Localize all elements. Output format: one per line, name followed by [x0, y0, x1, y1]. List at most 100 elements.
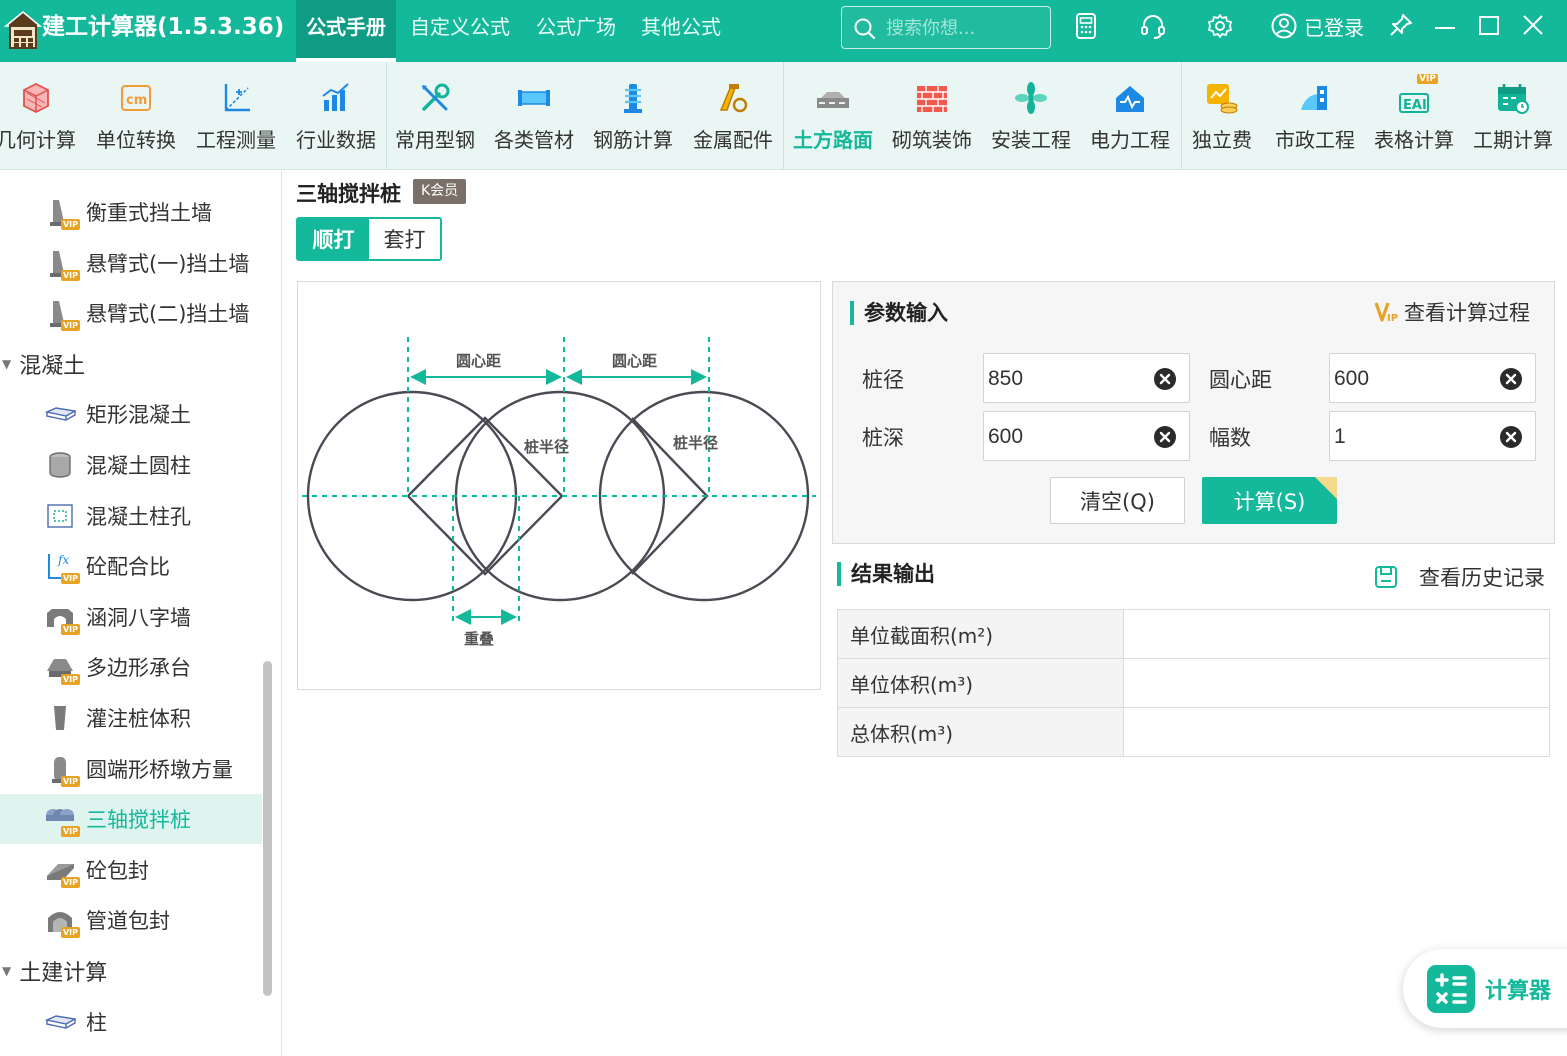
tree-item[interactable]: VIP 三轴搅拌桩	[0, 794, 262, 845]
vip-mark: VIP	[60, 826, 80, 838]
tree-item[interactable]: 混凝土圆柱	[0, 440, 262, 490]
vip-mark: VIP	[60, 674, 80, 686]
pile-diameter-label: 桩径	[862, 368, 904, 392]
toolbar-item-label: 行业数据	[296, 128, 376, 152]
search-box[interactable]	[841, 6, 1051, 49]
tree-item[interactable]: VIP 衡重式挡土墙	[0, 187, 262, 237]
formula-title: 三轴搅拌桩	[296, 182, 401, 206]
search-input[interactable]	[886, 13, 1044, 43]
tree-item-label: 混凝土圆柱	[86, 454, 191, 478]
table-ai-icon: EAI VIP	[1396, 74, 1438, 116]
toolbar-item[interactable]: 常用型钢	[387, 62, 483, 170]
close-icon[interactable]	[1520, 12, 1548, 40]
toolbar-item[interactable]: 工期计算	[1465, 62, 1561, 170]
toolbar-item[interactable]: 砌筑装饰	[884, 62, 980, 170]
tab-other-formulas[interactable]: 其他公式	[641, 0, 721, 62]
triple-pile-icon: VIP	[44, 803, 80, 838]
toolbar-divider	[1181, 62, 1182, 170]
settings-gear-icon[interactable]	[1206, 12, 1234, 40]
vip-mark: VIP	[60, 927, 80, 939]
result-label-total-volume: 总体积(m³)	[837, 707, 1124, 757]
tree-item[interactable]: 柱	[0, 997, 262, 1047]
toolbar-item[interactable]: 几何计算	[0, 62, 84, 170]
toolbar-item[interactable]: 金属配件	[685, 62, 781, 170]
fan-icon	[1013, 80, 1049, 116]
calculator-icon[interactable]	[1073, 12, 1101, 40]
tree-item[interactable]: VIP 悬臂式(一)挡土墙	[0, 238, 262, 288]
formula-tree: VIP 衡重式挡土墙 VIP 悬臂式(一)挡土墙 VIP 悬臂式(二)挡土墙 ▼ 混凝土 矩形混…	[0, 171, 282, 1056]
tree-item[interactable]: fx VIP 砼配合比	[0, 541, 262, 591]
survey-icon	[218, 80, 254, 116]
toolbar-item[interactable]: 独立费	[1174, 62, 1270, 170]
tree-item-label: 多边形承台	[86, 656, 191, 681]
center-distance-input[interactable]	[1334, 364, 1484, 394]
culvert-icon: VIP	[44, 601, 80, 635]
tab-custom-formula[interactable]: 自定义公式	[410, 0, 510, 62]
calendar-icon	[1495, 80, 1531, 116]
view-history-link[interactable]: 查看历史记录	[1373, 562, 1545, 592]
tree-group[interactable]: ▼ 土建计算	[0, 946, 262, 996]
app-logo-icon	[3, 8, 43, 50]
mode-sequential-button[interactable]: 顺打	[298, 219, 369, 259]
clear-input-icon[interactable]	[1153, 367, 1177, 391]
tree-group-label: 土建计算	[19, 961, 108, 986]
pile-cap-icon: VIP	[44, 651, 80, 686]
toolbar-item[interactable]: EAI VIP 表格计算	[1366, 62, 1462, 170]
headset-icon[interactable]	[1139, 12, 1167, 40]
clear-input-icon[interactable]	[1499, 367, 1523, 391]
mode-toggle: 顺打 套打	[296, 217, 442, 261]
calculate-button[interactable]: 计算(S)	[1202, 477, 1337, 524]
tree-item[interactable]: VIP 砼包封	[0, 845, 262, 895]
tree-item[interactable]: VIP 多边形承台	[0, 642, 262, 692]
tree-item-label: 砼包封	[86, 858, 149, 883]
toolbar-item-label: 砌筑装饰	[892, 128, 972, 152]
toolbar-item[interactable]: 行业数据	[288, 62, 384, 170]
toolbar-item[interactable]: 市政工程	[1267, 62, 1363, 170]
clear-input-icon[interactable]	[1153, 425, 1177, 449]
tab-formula-square[interactable]: 公式广场	[536, 0, 616, 62]
tab-formula-handbook[interactable]: 公式手册	[296, 0, 396, 62]
toolbar-item[interactable]: 电力工程	[1082, 62, 1178, 170]
clear-button[interactable]: 清空(Q)	[1050, 477, 1185, 524]
frame-count-input[interactable]	[1334, 422, 1484, 452]
toolbar-item[interactable]: 安装工程	[983, 62, 1079, 170]
tree-group[interactable]: ▼ 混凝土	[0, 339, 262, 389]
pin-icon[interactable]	[1388, 12, 1416, 40]
tree-item[interactable]: VIP 管道包封	[0, 895, 262, 945]
slab-icon	[44, 1006, 78, 1038]
calculator-floating-button[interactable]: 计算器	[1403, 949, 1567, 1028]
maximize-icon[interactable]	[1476, 12, 1504, 40]
tree-item[interactable]: VIP 悬臂式(二)挡土墙	[0, 288, 262, 338]
pipe-encasement-icon: VIP	[44, 904, 80, 939]
pile-depth-input[interactable]	[988, 422, 1138, 452]
clear-input-icon[interactable]	[1499, 425, 1523, 449]
minimize-icon[interactable]	[1432, 12, 1460, 40]
coins-icon	[1204, 80, 1240, 116]
tree-item[interactable]: VIP 涵洞八字墙	[0, 592, 262, 642]
toolbar-item[interactable]: 工程测量	[188, 62, 284, 170]
vip-mark: VIP	[60, 219, 80, 230]
view-process-link[interactable]: IP 查看计算过程	[1374, 297, 1530, 327]
tree-item[interactable]: VIP 圆端形桥墩方量	[0, 744, 262, 794]
slab-icon	[44, 398, 78, 430]
result-table: 单位截面积(m²) 单位体积(m³) 总体积(m³)	[837, 609, 1550, 757]
vip-process-icon: IP	[1374, 302, 1398, 324]
mode-overlap-button[interactable]: 套打	[369, 219, 440, 259]
account-status[interactable]: 已登录	[1270, 10, 1364, 42]
sidebar-scrollbar[interactable]	[263, 661, 272, 996]
power-icon	[1112, 80, 1148, 116]
table-row: 总体积(m³)	[837, 707, 1550, 757]
calculator-fab-label: 计算器	[1485, 978, 1552, 1004]
toolbar-item-label: 电力工程	[1090, 128, 1170, 152]
toolbar-item[interactable]: 钢筋计算	[585, 62, 681, 170]
toolbar-item[interactable]: cm 单位转换	[88, 62, 184, 170]
tree-item[interactable]: 矩形混凝土	[0, 389, 262, 439]
toolbar-item-label: 工期计算	[1473, 128, 1553, 152]
tree-item[interactable]: 灌注桩体积	[0, 693, 262, 743]
retaining-wall-icon: VIP	[44, 297, 80, 332]
tree-item-label: 悬臂式(二)挡土墙	[86, 302, 250, 327]
tree-item[interactable]: 混凝土柱孔	[0, 491, 262, 541]
toolbar-item[interactable]: 各类管材	[486, 62, 582, 170]
toolbar-item[interactable]: 土方路面	[785, 62, 881, 170]
pile-diameter-input[interactable]	[988, 364, 1138, 394]
